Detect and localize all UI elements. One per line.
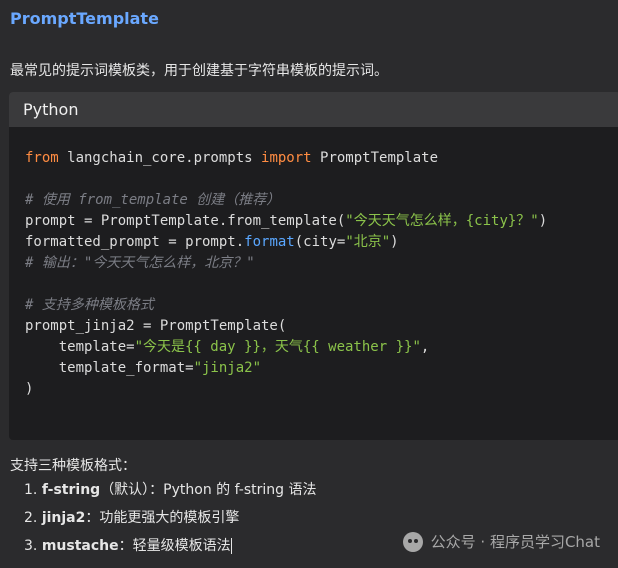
code-text: langchain_core.prompts [58, 150, 262, 166]
code-language-label: Python [9, 92, 618, 127]
list-item: 2. jinja2：功能更强大的模板引擎 [24, 504, 316, 532]
code-function: format [244, 234, 295, 250]
list-number: 2. [24, 510, 38, 526]
list-number: 3. [24, 538, 38, 554]
watermark: 公众号 · 程序员学习Chat [402, 531, 600, 552]
code-text: (city= [294, 234, 346, 250]
list-item-name: f-string [41, 482, 101, 498]
code-content: from langchain_core.prompts import Promp… [9, 127, 618, 400]
list-item: 1. f-string（默认）：Python 的 f-string 语法 [24, 476, 316, 504]
code-string: "jinja2" [193, 360, 262, 376]
code-text: template= [25, 339, 135, 355]
list-item-desc: ：功能更强大的模板引擎 [85, 510, 240, 526]
code-text: ) [538, 213, 548, 229]
wechat-icon [402, 531, 423, 552]
code-text: , [420, 339, 430, 355]
code-comment: # 输出："今天天气怎么样，北京？" [25, 255, 255, 271]
code-text: ) [25, 381, 34, 397]
list-item-desc: ：轻量级模板语法 [118, 538, 231, 554]
code-text: ) [390, 234, 399, 250]
code-comment: # 使用 from_template 创建（推荐） [25, 192, 281, 208]
code-string: "今天是{{ day }}，天气{{ weather }}" [134, 339, 421, 355]
list-item-name: mustache [41, 538, 119, 554]
code-comment: # 支持多种模板格式 [25, 297, 154, 313]
watermark-text: 公众号 · 程序员学习Chat [430, 533, 600, 551]
section-title: 支持三种模板格式： [10, 458, 136, 474]
code-keyword: from [25, 150, 59, 166]
list-item-desc: （默认）：Python 的 f-string 语法 [100, 482, 317, 498]
text-cursor [230, 538, 232, 554]
code-string: "北京" [345, 234, 391, 250]
format-list: 1. f-string（默认）：Python 的 f-string 语法 2. … [24, 476, 316, 560]
code-text: prompt = PromptTemplate.from_template( [25, 213, 346, 229]
code-keyword: import [261, 150, 312, 166]
list-item-name: jinja2 [41, 510, 86, 526]
code-text: prompt_jinja2 = PromptTemplate( [25, 318, 287, 334]
code-text: PromptTemplate [311, 150, 439, 166]
list-number: 1. [24, 482, 38, 498]
code-string: "今天天气怎么样，{city}？" [345, 213, 539, 229]
list-item: 3. mustache：轻量级模板语法 [24, 532, 316, 560]
code-text: formatted_prompt = prompt. [25, 234, 245, 250]
code-block: Python from langchain_core.prompts impor… [9, 92, 618, 440]
code-text: template_format= [25, 360, 194, 376]
intro-text: 最常见的提示词模板类，用于创建基于字符串模板的提示词。 [10, 63, 388, 79]
page-title: PromptTemplate [10, 9, 159, 28]
